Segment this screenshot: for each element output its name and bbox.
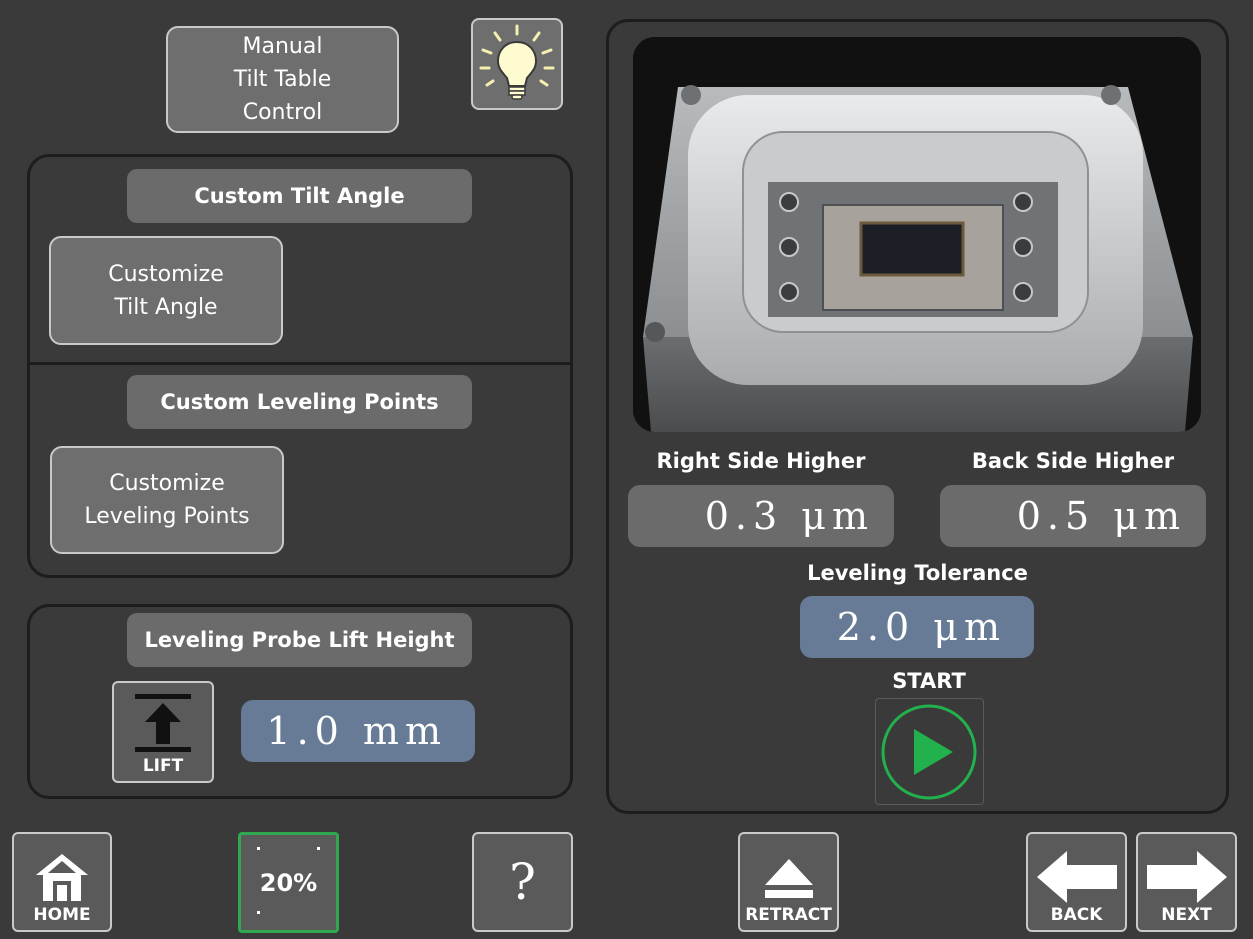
back-side-higher-value: 0.5 μm <box>940 485 1206 547</box>
light-toggle-button[interactable] <box>471 18 563 110</box>
lightbulb-icon <box>479 24 555 100</box>
lift-arrow-icon <box>135 694 191 752</box>
home-icon <box>36 854 88 901</box>
lift-button[interactable]: LIFT <box>112 681 214 783</box>
panel-divider <box>30 362 570 365</box>
back-side-higher-label: Back Side Higher <box>971 449 1175 473</box>
play-icon <box>881 704 977 800</box>
next-button[interactable]: NEXT <box>1136 832 1237 932</box>
arrow-right-icon <box>1146 851 1227 903</box>
manual-tilt-table-control-button[interactable]: Manual Tilt Table Control <box>166 26 399 133</box>
help-button[interactable]: ? <box>472 832 573 932</box>
retract-button[interactable]: RETRACT <box>738 832 839 932</box>
leveling-tolerance-label: Leveling Tolerance <box>807 561 1028 585</box>
right-side-higher-value: 0.3 μm <box>628 485 894 547</box>
customize-tilt-angle-button[interactable]: Customize Tilt Angle <box>49 236 283 345</box>
corner-dot-icon <box>257 911 260 914</box>
help-icon: ? <box>509 853 536 911</box>
leveling-tolerance-value[interactable]: 2.0 μm <box>800 596 1034 658</box>
start-button[interactable] <box>875 698 984 805</box>
lift-height-value[interactable]: 1.0 mm <box>241 700 475 762</box>
lift-height-header: Leveling Probe Lift Height <box>127 613 472 667</box>
start-label: START <box>892 669 966 693</box>
corner-dot-icon <box>317 847 320 850</box>
back-label: BACK <box>1050 905 1103 925</box>
custom-leveling-points-header: Custom Leveling Points <box>127 375 472 429</box>
retract-label: RETRACT <box>745 905 832 925</box>
tilt-table-stage-photo <box>633 37 1201 432</box>
zoom-label: 20% <box>259 868 318 897</box>
customize-leveling-points-button[interactable]: Customize Leveling Points <box>50 446 284 554</box>
right-side-higher-label: Right Side Higher <box>656 449 866 473</box>
eject-icon <box>764 859 813 898</box>
back-button[interactable]: BACK <box>1026 832 1127 932</box>
arrow-left-icon <box>1036 851 1117 903</box>
home-label: HOME <box>33 905 91 925</box>
next-label: NEXT <box>1161 905 1212 925</box>
lift-button-label: LIFT <box>142 756 184 776</box>
zoom-button[interactable]: 20% <box>238 832 339 933</box>
custom-tilt-angle-header: Custom Tilt Angle <box>127 169 472 223</box>
stage-camera-image <box>633 37 1201 432</box>
home-button[interactable]: HOME <box>12 832 112 932</box>
corner-dot-icon <box>257 847 260 850</box>
